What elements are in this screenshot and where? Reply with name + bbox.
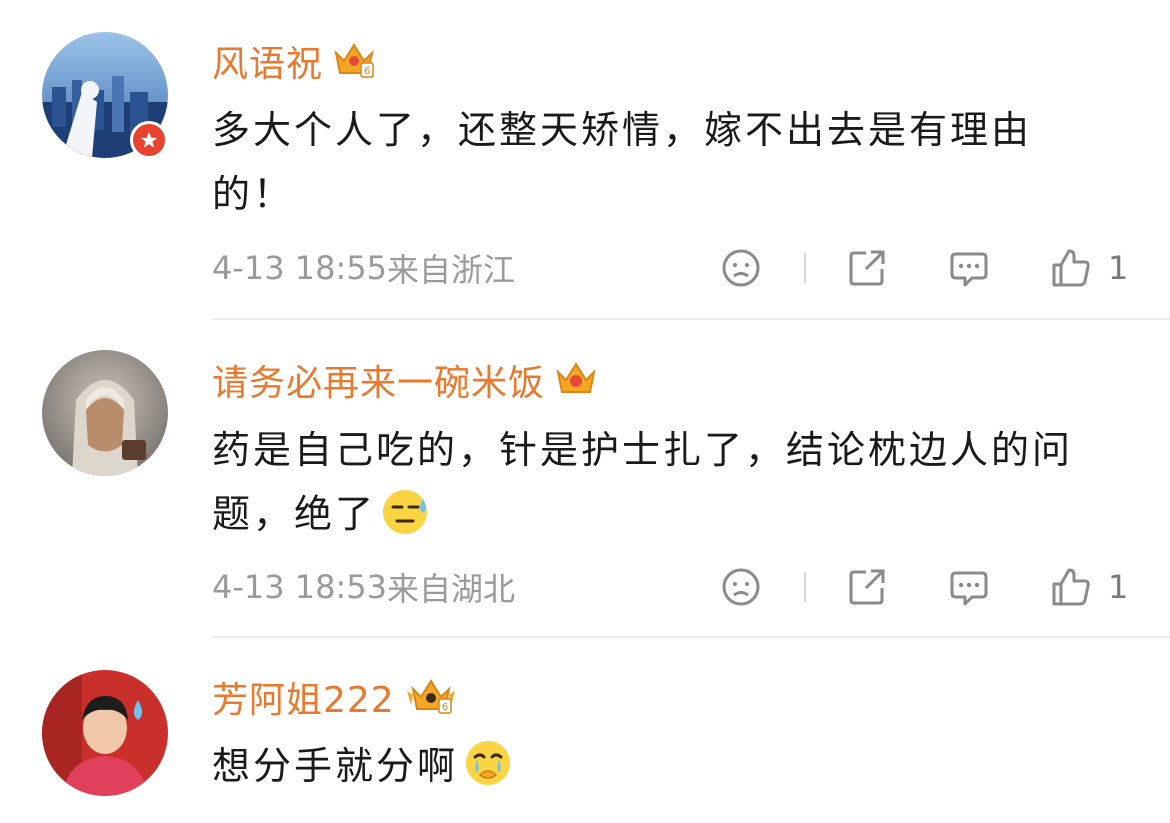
action-bar: 1 (720, 562, 1140, 612)
username[interactable]: 芳阿姐222 (212, 671, 395, 723)
divider (212, 636, 1170, 638)
dislike-face-icon (722, 568, 760, 606)
comment-button[interactable] (948, 243, 990, 293)
username[interactable]: 请务必再来一碗米饭 (212, 354, 545, 406)
comment-button[interactable] (948, 562, 990, 612)
username-row: 请务必再来一碗米饭 (212, 355, 597, 405)
action-bar: 1 (720, 243, 1140, 293)
dislike-button[interactable] (720, 243, 762, 293)
share-icon (849, 250, 885, 286)
comment-icon (950, 252, 988, 287)
username-row: 风语祝 6 (212, 36, 375, 86)
thumbs-up-icon (1052, 249, 1090, 287)
sweat-face-emoji (380, 485, 432, 556)
svg-text:6: 6 (364, 66, 370, 77)
svg-text:6: 6 (442, 702, 448, 713)
dislike-face-icon (722, 249, 760, 287)
like-button[interactable]: 1 (1050, 243, 1128, 293)
share-button[interactable] (846, 243, 888, 293)
crown-badge-icon: 6 (333, 39, 375, 83)
comment-body: 药是自己吃的，针是护士扎了，结论枕边人的问题，绝了 (212, 428, 1074, 536)
share-icon (849, 569, 885, 605)
share-button[interactable] (846, 562, 888, 612)
like-button[interactable]: 1 (1050, 562, 1128, 612)
thumbs-up-icon (1052, 568, 1090, 606)
avatar[interactable] (42, 670, 168, 796)
comment-meta: 4-13 18:53 来自湖北 (212, 562, 515, 612)
like-count: 1 (1108, 568, 1129, 606)
divider (212, 318, 1170, 320)
region-label: 来自湖北 (387, 570, 516, 608)
comment-meta: 4-13 18:55 来自浙江 (212, 243, 515, 293)
like-count: 1 (1108, 249, 1129, 287)
comment-body: 多大个人了，还整天矫情，嫁不出去是有理由的！ (212, 108, 1033, 216)
comment-text: 多大个人了，还整天矫情，嫁不出去是有理由的！ (212, 98, 1112, 226)
timestamp: 4-13 18:55 (212, 249, 388, 287)
comment-icon (950, 571, 988, 606)
username[interactable]: 风语祝 (212, 35, 323, 87)
crown-badge-icon (555, 358, 597, 402)
crown-badge-icon: 6 (405, 675, 457, 719)
region-label: 来自浙江 (387, 251, 516, 289)
verified-badge-icon (130, 121, 168, 159)
crying-face-emoji (462, 737, 514, 808)
avatar[interactable] (42, 350, 168, 476)
timestamp: 4-13 18:53 (212, 568, 388, 606)
comment-text: 药是自己吃的，针是护士扎了，结论枕边人的问题，绝了 (212, 418, 1112, 556)
comment-body: 想分手就分啊 (212, 744, 459, 788)
separator (804, 253, 806, 283)
dislike-button[interactable] (720, 562, 762, 612)
username-row: 芳阿姐222 6 (212, 672, 457, 722)
separator (804, 572, 806, 602)
comment-text: 想分手就分啊 (212, 734, 1112, 808)
